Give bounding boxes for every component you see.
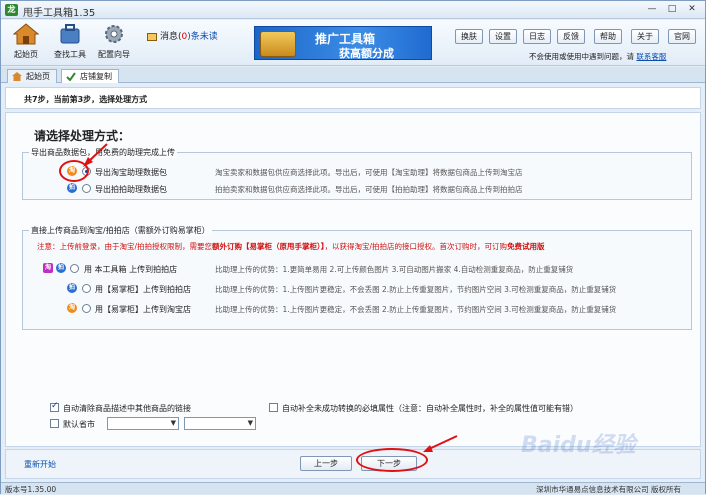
tab-store-copy[interactable]: 店铺复制 xyxy=(61,69,119,83)
taobao-icon: 淘 xyxy=(67,303,77,313)
export-paipai-desc: 拍拍卖家和数据包供应商选择此项。导出后，可使用【拍拍助理】将数据包商品上传到拍拍… xyxy=(215,185,523,194)
export-taobao-desc: 淘宝卖家和数据包供应商选择此项。导出后，可使用【淘宝助理】将数据包商品上传到淘宝… xyxy=(215,168,523,177)
treasure-chest-icon xyxy=(260,31,296,57)
promo-banner[interactable]: 推广工具箱 获高额分成 xyxy=(254,26,432,60)
about-button[interactable]: 关于 xyxy=(631,29,659,44)
checkbox-auto-fill[interactable] xyxy=(269,403,278,412)
prev-step-button[interactable]: 上一步 xyxy=(300,456,352,471)
feedback-button[interactable]: 反馈 xyxy=(557,29,585,44)
city-select[interactable]: ▼ xyxy=(184,417,256,430)
step-header: 共7步，当前第3步，选择处理方式 xyxy=(5,87,701,109)
title-bar: 龙 甩手工具箱1.35 — □ ✕ xyxy=(1,1,705,19)
default-province-label: 默认省市 xyxy=(63,420,95,429)
option-upload-yizhanggui-paipai[interactable]: 拍 用【易掌柜】上传到拍拍店 比助理上传的优势：1.上传图片更稳定，不会丢图 2… xyxy=(23,282,691,296)
paipai-icon: 拍 xyxy=(56,263,66,273)
tab-bar: 起始页 店铺复制 xyxy=(1,67,705,83)
minimize-button[interactable]: — xyxy=(643,3,661,16)
contact-support-link[interactable]: 联系客服 xyxy=(636,52,666,61)
tab-home-label: 起始页 xyxy=(26,72,50,81)
annotation-arrow-icon xyxy=(423,435,458,452)
home-button[interactable]: 起始页 xyxy=(5,23,47,63)
option-export-taobao[interactable]: 淘 导出淘宝助理数据包 淘宝卖家和数据包供应商选择此项。导出后，可使用【淘宝助理… xyxy=(23,165,691,179)
warning-text: 注意：上传前登录，由于淘宝/拍拍授权限制，需要您额外订购【易掌柜（原甩手掌柜）】… xyxy=(37,242,545,251)
option-export-paipai[interactable]: 拍 导出拍拍助理数据包 拍拍卖家和数据包供应商选择此项。导出后，可使用【拍拍助理… xyxy=(23,182,691,196)
checkbox-default-province[interactable] xyxy=(50,419,59,428)
direct-upload-group: 直接上传商品到淘宝/拍拍店（需额外订购易掌柜） 注意：上传前登录，由于淘宝/拍拍… xyxy=(22,225,692,330)
annotation-circle-next xyxy=(356,448,428,472)
support-notice-text: 不会使用或使用中遇到问题，请 xyxy=(529,52,634,61)
export-paipai-label: 导出拍拍助理数据包 xyxy=(95,185,167,194)
version-text: 版本号1.35.00 xyxy=(5,485,57,494)
tools-icon xyxy=(57,23,83,45)
gear-icon xyxy=(101,23,127,45)
find-tools-button[interactable]: 查找工具 xyxy=(49,23,91,63)
paipai-icon: 拍 xyxy=(67,183,77,193)
chevron-down-icon: ▼ xyxy=(170,419,176,427)
radio-upload-yizhanggui-paipai[interactable] xyxy=(82,284,91,293)
auto-fill-label: 自动补全未成功转换的必填属性（注意：自动补全属性时，补全的属性值可能有错） xyxy=(282,404,578,413)
config-wizard-label: 配置向导 xyxy=(98,50,130,59)
option-upload-yizhanggui-taobao[interactable]: 淘 用【易掌柜】上传到淘宝店 比助理上传的优势：1.上传图片更稳定，不会丢图 2… xyxy=(23,302,691,316)
envelope-icon xyxy=(147,32,157,41)
close-button[interactable]: ✕ xyxy=(683,3,701,16)
help-button[interactable]: 帮助 xyxy=(594,29,622,44)
watermark: Baidu经验 xyxy=(521,433,636,458)
copyright-text: 深圳市华通易点信息技术有限公司 版权所有 xyxy=(536,485,681,494)
paipai-icon: 拍 xyxy=(67,283,77,293)
find-tools-label: 查找工具 xyxy=(54,50,86,59)
remove-links-label: 自动清除商品描述中其他商品的链接 xyxy=(63,404,191,413)
app-window: 龙 甩手工具箱1.35 — □ ✕ 起始页 查找工具 配置向导 消息(0)条未读 xyxy=(0,0,706,494)
radio-upload-toolbox[interactable] xyxy=(70,264,79,273)
annotation-arrow-icon xyxy=(83,143,108,167)
upload-toolbox-desc: 比助理上传的优势：1.更简单易用 2.可上传颜色图片 3.可自动图片搬家 4.自… xyxy=(215,265,574,274)
messages-unread: )条未读 xyxy=(187,32,218,42)
upload-yizhanggui-taobao-label: 用【易掌柜】上传到淘宝店 xyxy=(95,305,191,314)
window-title: 甩手工具箱1.35 xyxy=(23,8,96,19)
website-button[interactable]: 官网 xyxy=(668,29,696,44)
home-label: 起始页 xyxy=(14,50,38,59)
upload-group-legend: 直接上传商品到淘宝/拍拍店（需额外订购易掌柜） xyxy=(29,225,212,236)
log-button[interactable]: 日志 xyxy=(523,29,551,44)
toolbox-icon: 淘 xyxy=(43,263,53,273)
radio-upload-yizhanggui-taobao[interactable] xyxy=(82,304,91,313)
skin-button[interactable]: 换肤 xyxy=(455,29,483,44)
checkbox-remove-links[interactable] xyxy=(50,401,59,412)
settings-button[interactable]: 设置 xyxy=(489,29,517,44)
upload-yizhanggui-paipai-desc: 比助理上传的优势：1.上传图片更稳定，不会丢图 2.防止上传重复图片，节约图片空… xyxy=(215,285,617,294)
upload-yizhanggui-paipai-label: 用【易掌柜】上传到拍拍店 xyxy=(95,285,191,294)
house-icon xyxy=(12,72,22,81)
app-logo-icon: 龙 xyxy=(5,4,18,16)
export-package-group: 导出商品数据包，用免费的助理完成上传 淘 导出淘宝助理数据包 淘宝卖家和数据包供… xyxy=(22,147,692,200)
restart-link[interactable]: 重新开始 xyxy=(24,459,56,470)
upload-yizhanggui-taobao-desc: 比助理上传的优势：1.上传图片更稳定，不会丢图 2.防止上传重复图片，节约图片空… xyxy=(215,305,617,314)
upload-warning: 注意：上传前登录，由于淘宝/拍拍授权限制，需要您额外订购【易掌柜（原甩手掌柜）】… xyxy=(23,240,691,252)
province-select[interactable]: ▼ xyxy=(107,417,179,430)
checkmark-icon xyxy=(66,72,76,82)
upload-toolbox-label: 用 本工具箱 上传到拍拍店 xyxy=(84,265,178,274)
support-notice: 不会使用或使用中遇到问题，请 联系客服 xyxy=(529,51,666,62)
restore-button[interactable]: □ xyxy=(663,3,681,16)
tab-home[interactable]: 起始页 xyxy=(7,69,57,83)
main-toolbar: 起始页 查找工具 配置向导 消息(0)条未读 推广工具箱 获高额分成 换肤 设置… xyxy=(1,20,705,66)
step-indicator: 共7步，当前第3步，选择处理方式 xyxy=(24,95,148,104)
status-bar: 版本号1.35.00 深圳市华通易点信息技术有限公司 版权所有 xyxy=(1,482,705,494)
house-icon xyxy=(12,23,40,45)
banner-line2: 获高额分成 xyxy=(339,47,394,60)
messages-label: 消息( xyxy=(160,32,182,42)
chevron-down-icon: ▼ xyxy=(247,419,253,427)
messages-link[interactable]: 消息(0)条未读 xyxy=(147,29,218,42)
tab-store-copy-label: 店铺复制 xyxy=(80,72,112,81)
option-upload-toolbox[interactable]: 淘 拍 用 本工具箱 上传到拍拍店 比助理上传的优势：1.更简单易用 2.可上传… xyxy=(23,262,691,276)
config-wizard-button[interactable]: 配置向导 xyxy=(93,23,135,63)
radio-export-paipai[interactable] xyxy=(82,184,91,193)
